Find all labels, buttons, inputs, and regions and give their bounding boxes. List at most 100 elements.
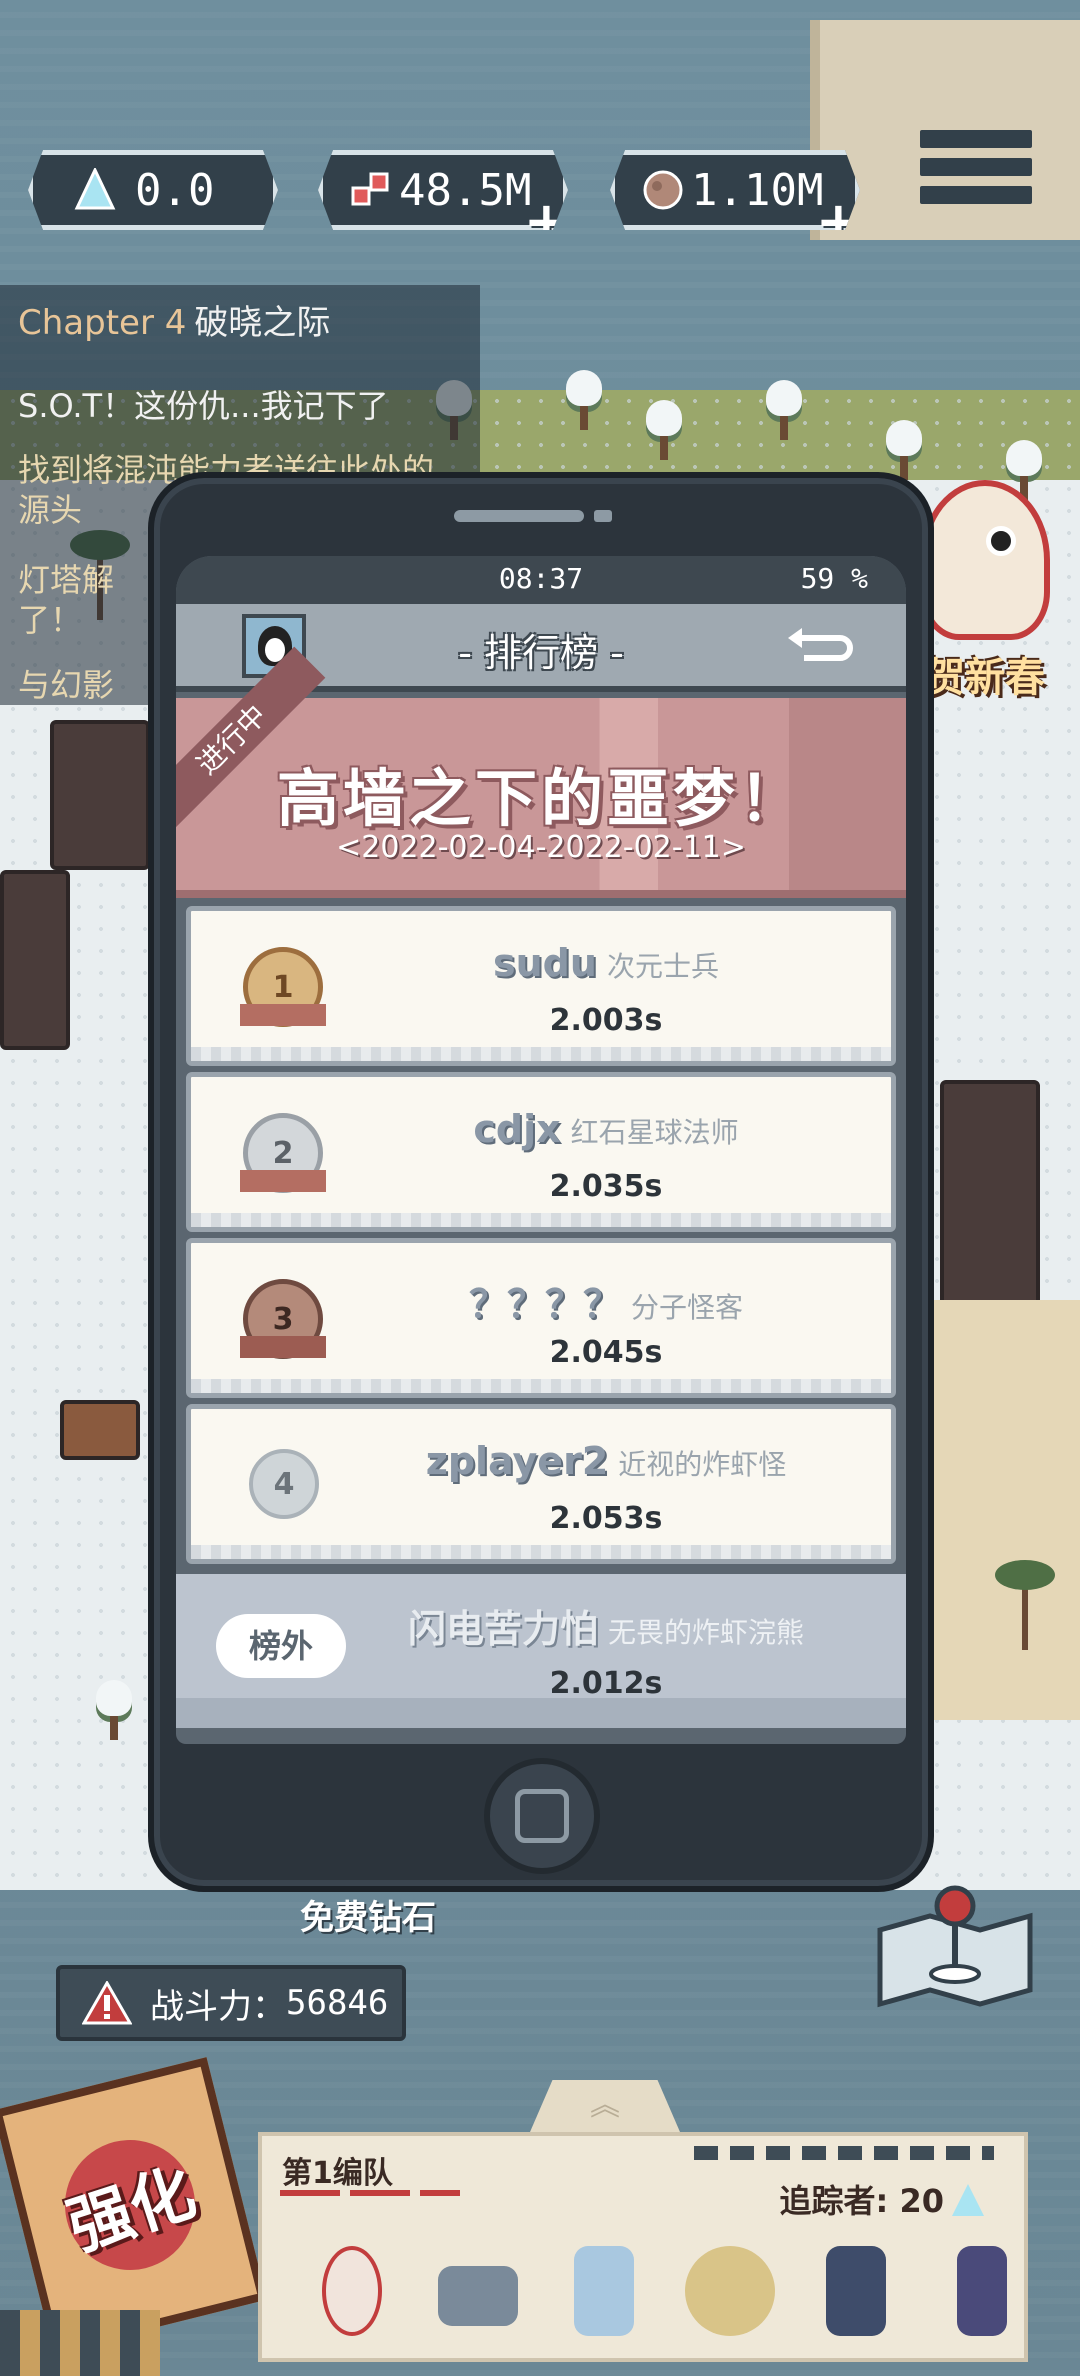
team-member-scout[interactable] — [932, 2236, 1032, 2346]
hamburger-menu-icon[interactable] — [920, 130, 1032, 220]
rank-row[interactable]: 1 sudu 次元士兵 2.003s — [186, 906, 896, 1066]
chevron-up-icon[interactable]: ︽ — [575, 2086, 635, 2126]
snow-tree — [560, 370, 608, 430]
my-rank-row[interactable]: 榜外 闪电苦力怕 无畏的炸虾浣熊 2.012s — [176, 1568, 906, 1728]
treasure-chest[interactable] — [60, 1400, 140, 1460]
chapter-number: Chapter 4 — [18, 303, 187, 343]
building — [50, 720, 150, 870]
player-title: 分子怪客 — [631, 1291, 744, 1324]
player-title: 红石星球法师 — [570, 1116, 739, 1149]
tracker-count: 追踪者: 20 — [780, 2176, 984, 2222]
crystal-resource[interactable]: 0.0 — [28, 150, 278, 230]
status-battery: 59 % — [800, 562, 868, 595]
silver-medal-icon: 2 — [240, 1113, 326, 1193]
tracker-crystal-icon — [952, 2184, 984, 2216]
snow-tree — [760, 380, 808, 440]
ore-rock-icon — [643, 170, 683, 210]
team-name: 第1编队 — [282, 2156, 393, 2191]
player-title: 次元士兵 — [606, 950, 719, 983]
player-name: ？？？？ — [468, 1282, 621, 1326]
lion-dance-npc[interactable] — [920, 480, 1050, 640]
member-sprite — [322, 2246, 382, 2336]
rank-number: 1 — [272, 969, 294, 1005]
snow-tree — [640, 400, 688, 460]
rank-row[interactable]: 4 zplayer2 近视的炸虾怪 2.053s — [186, 1404, 896, 1564]
player-name: sudu — [493, 941, 597, 985]
rank-number: 3 — [272, 1301, 294, 1337]
rank-player: 闪电苦力怕 无畏的炸虾浣熊 — [326, 1598, 886, 1653]
warning-icon — [82, 1981, 132, 2025]
rank-time: 2.053s — [549, 1501, 663, 1536]
medal-ribbon — [240, 1004, 326, 1026]
member-sprite — [957, 2246, 1007, 2336]
rank-player: zplayer2 近视的炸虾怪 — [341, 1439, 871, 1483]
member-sprite — [826, 2246, 886, 2336]
member-sprite — [574, 2246, 634, 2336]
menu-line — [920, 158, 1032, 176]
menu-line — [920, 130, 1032, 148]
rank-time: 2.045s — [549, 1335, 663, 1370]
free-diamond-label[interactable]: 免费钻石 — [300, 1890, 436, 1939]
ore-resource[interactable]: 1.10M + — [610, 150, 860, 230]
event-banner: 进行中 高墙之下的噩梦！ <2022-02-04-2022-02-11> — [176, 646, 906, 898]
rank-player: cdjx 红石星球法师 — [341, 1107, 871, 1151]
quest-line: S.O.T！这份仇...我记下了 — [18, 387, 389, 425]
gold-medal-icon: 1 — [240, 947, 326, 1027]
phone-screen: 08:37 59 % - 排行榜 - 进行中 高墙之下的噩梦！ <2022-02… — [176, 556, 906, 1744]
team-panel[interactable]: 第1编队 追踪者: 20 — [258, 2132, 1028, 2362]
rank-number: 4 — [273, 1466, 295, 1502]
rank-player: sudu 次元士兵 — [341, 941, 871, 985]
rank-player: ？？？？ 分子怪客 — [341, 1273, 871, 1328]
upgrade-label: 强化 — [59, 2155, 205, 2266]
rank-time: 2.035s — [549, 1169, 663, 1204]
medal-ribbon — [240, 1336, 326, 1358]
player-title: 无畏的炸虾浣熊 — [608, 1616, 805, 1649]
power-label: 战斗力： — [150, 1986, 286, 2027]
team-member-lion[interactable] — [302, 2236, 402, 2346]
chapter-heading: Chapter 4 破晓之际 — [18, 295, 330, 344]
building — [0, 870, 70, 1050]
event-dates: <2022-02-04-2022-02-11> — [336, 830, 746, 865]
building — [940, 1080, 1040, 1310]
quest-line: 源头 — [18, 491, 83, 529]
snow-tree — [90, 1680, 138, 1740]
gems-value: 48.5M — [399, 164, 532, 216]
snow-tree — [880, 420, 928, 480]
team-member-warrior[interactable] — [806, 2236, 906, 2346]
combat-power: 战斗力： 56846 — [56, 1965, 406, 2041]
team-members — [302, 2236, 1032, 2346]
status-bar: 08:37 59 % — [176, 556, 906, 604]
phone-home-button[interactable] — [484, 1758, 600, 1874]
back-arrow-icon[interactable] — [784, 624, 856, 668]
phone-speaker — [454, 510, 584, 522]
ore-value: 1.10M — [691, 164, 824, 216]
lion-eye — [986, 526, 1016, 556]
quest-line: 了！ — [18, 601, 83, 639]
crystal-value: 0.0 — [135, 164, 215, 216]
rank-number: 2 — [272, 1135, 294, 1171]
status-time: 08:37 — [498, 562, 584, 595]
bronze-medal-icon: 3 — [240, 1279, 326, 1359]
blue-crystal-icon — [74, 168, 116, 210]
event-title: 高墙之下的噩梦！ — [276, 762, 805, 835]
player-name: 闪电苦力怕 — [407, 1607, 598, 1651]
tracker-label: 追踪者: 20 — [779, 2182, 944, 2220]
team-underline — [280, 2190, 460, 2196]
rank-time: 2.012s — [549, 1666, 663, 1701]
player-name: zplayer2 — [425, 1439, 609, 1483]
home-square-icon — [515, 1789, 569, 1843]
member-sprite — [685, 2246, 775, 2336]
rank-row[interactable]: 2 cdjx 红石星球法师 2.035s — [186, 1072, 896, 1232]
team-member-dog[interactable] — [428, 2236, 528, 2346]
map-pin-icon[interactable] — [870, 1880, 1040, 2010]
palm-tree — [995, 1560, 1055, 1650]
team-member-golem[interactable] — [680, 2236, 780, 2346]
beach — [925, 1300, 1080, 1720]
menu-line — [920, 186, 1032, 204]
medal-ribbon — [240, 1170, 326, 1192]
team-member-ghost[interactable] — [554, 2236, 654, 2346]
rank-row[interactable]: 3 ？？？？ 分子怪客 2.045s — [186, 1238, 896, 1398]
rank-badge-icon: 4 — [249, 1449, 319, 1519]
phone-camera — [594, 510, 612, 522]
gems-resource[interactable]: 48.5M + — [318, 150, 568, 230]
